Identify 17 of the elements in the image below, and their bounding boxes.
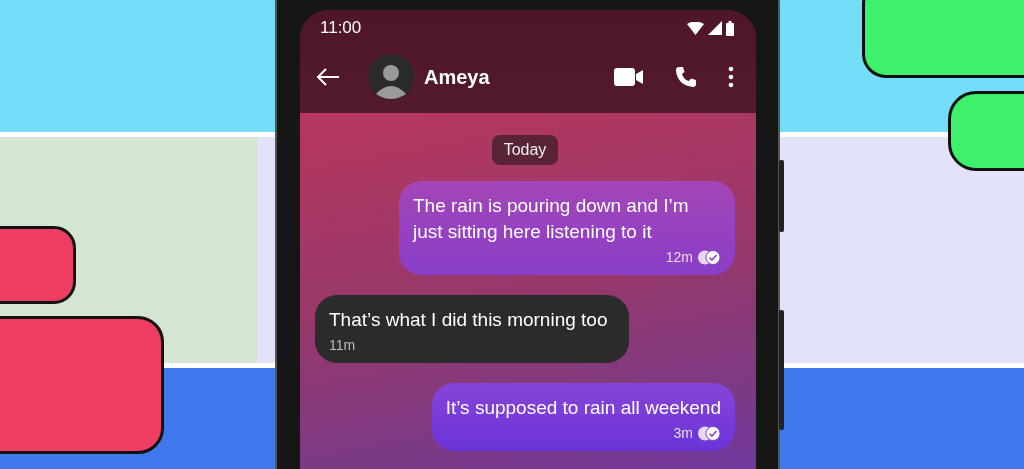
video-camera-icon[interactable] [614, 67, 644, 87]
message-time: 11m [329, 337, 357, 353]
avatar-icon [368, 54, 414, 100]
contact-name: Ameya [424, 65, 490, 89]
message-text: It’s supposed to rain all weekend [445, 396, 721, 420]
message-time: 3m [673, 425, 693, 441]
wifi-icon [687, 21, 704, 35]
message-text: That’s what I did this morning too [329, 308, 608, 332]
more-options-icon[interactable] [728, 66, 734, 88]
date-label: Today [491, 135, 559, 165]
signal-icon [708, 21, 722, 35]
back-arrow-icon[interactable] [316, 67, 340, 87]
battery-icon [726, 20, 734, 36]
message-time: 12m [665, 249, 693, 265]
phone-icon[interactable] [674, 65, 698, 89]
status-time: 11:00 [320, 18, 362, 38]
message-text: The rain is pouring down and I’m just sitting here listening to it [413, 194, 690, 244]
